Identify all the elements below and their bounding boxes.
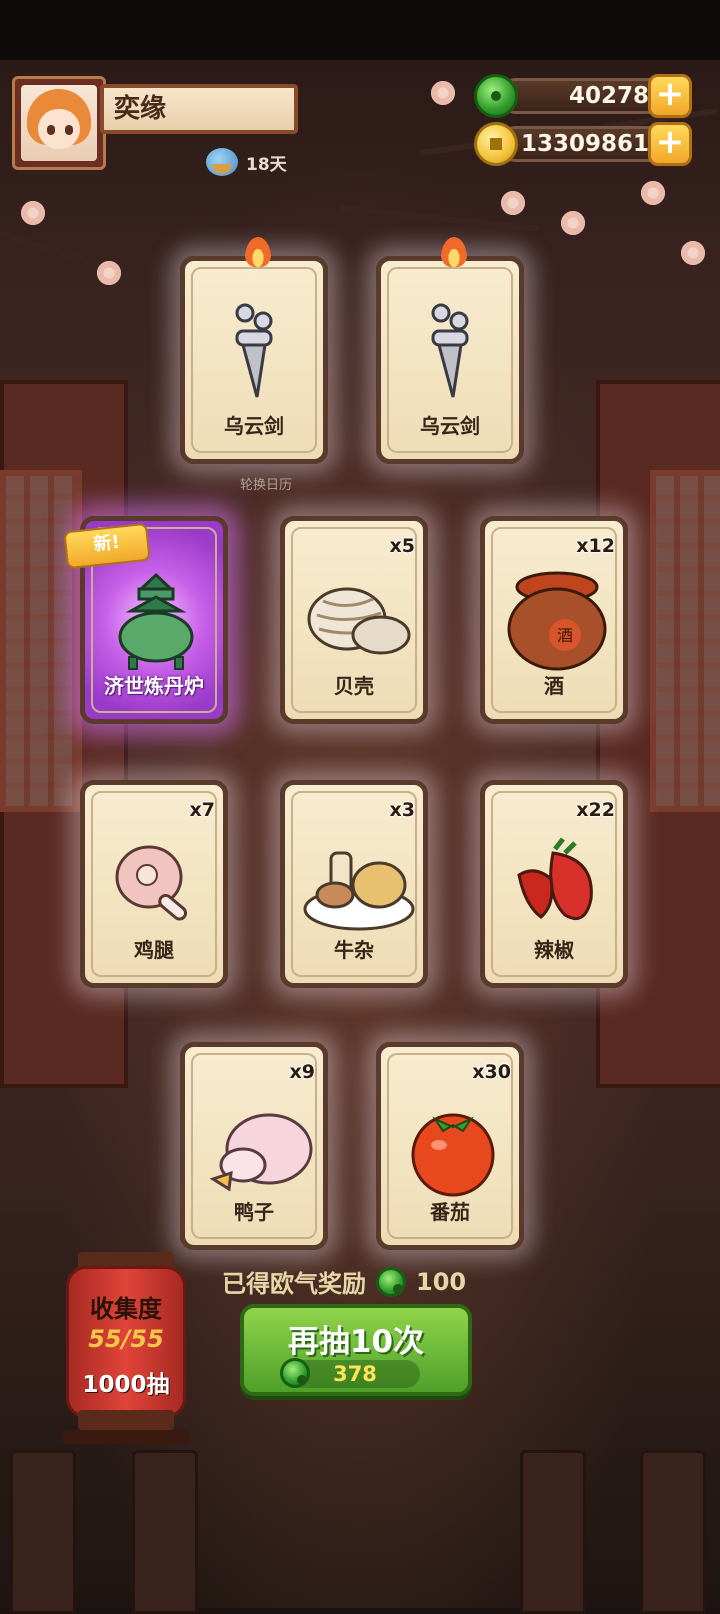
player-avatar-frame[interactable] [12,76,106,170]
card-label: 贝壳 [334,674,374,698]
card-count: x30 [472,1061,511,1083]
card-label: 乌云剑 [224,414,284,438]
draw-again-label: 再抽10次 [287,1324,425,1360]
furnace-icon [118,572,194,670]
svg-text:酒: 酒 [557,626,573,645]
card-label: 鸭子 [234,1200,274,1224]
coin-icon [474,122,518,166]
card-tomato[interactable]: x30 番茄 [376,1042,524,1250]
collection-title: 收集度 [90,1295,162,1323]
duck-icon [209,1113,313,1192]
card-count: x22 [576,799,615,821]
fence-post [10,1450,76,1614]
sword-icon [235,303,273,398]
reward-line: 已得欧气奖励 100 [222,1264,466,1299]
draw-again-button[interactable]: 再抽10次 378 [240,1304,472,1396]
new-badge: 新! [63,522,151,570]
flame-icon [441,237,467,267]
collection-progress: 55/55 [88,1325,164,1353]
coin-amount: 13309861 [498,126,668,162]
drumstick-icon [115,845,188,921]
shell-icon [307,587,411,655]
jade-icon [280,1358,310,1388]
card-shell[interactable]: x5 贝壳 [280,516,428,724]
card-sword-2[interactable]: 乌云剑 [376,237,524,464]
chili-icon [517,837,593,920]
card-furnace[interactable]: 新! 济世炼丹炉 [63,516,228,724]
card-drumstick[interactable]: x7 鸡腿 [80,780,228,988]
reward-text: 已得欧气奖励 [222,1270,366,1298]
avatar [21,85,97,161]
card-beef-offal[interactable]: x3 牛杂 [280,780,428,988]
collection-lantern[interactable]: 收集度 55/55 1000抽 [66,1266,186,1418]
fence-post [520,1450,586,1614]
card-count: x12 [576,535,615,557]
card-count: x7 [189,799,215,821]
blossom [680,240,706,266]
reward-amount: 100 [416,1267,467,1296]
blossom [560,210,586,236]
wine-jar-icon: 酒 [507,571,607,671]
blossom [430,80,456,106]
background-calendar-text: 轮换日历 [240,478,293,493]
blossom [500,190,526,216]
card-label: 酒 [544,674,564,698]
card-label: 乌云剑 [420,414,480,438]
card-count: x3 [389,799,415,821]
card-label: 辣椒 [534,938,574,962]
collection-draws: 1000抽 [82,1372,170,1398]
bowl-icon [206,148,238,176]
jade-icon [376,1266,406,1297]
sword-icon [431,303,469,398]
days-count: 18天 [246,154,287,175]
blossom [20,200,46,226]
card-duck[interactable]: x9 鸭子 [180,1042,328,1250]
card-label: 济世炼丹炉 [104,674,204,698]
jade-icon [474,74,518,118]
blossom [96,260,122,286]
card-label: 番茄 [430,1200,470,1224]
coin-currency: 13309861 + [474,122,696,166]
lantern-base [78,1410,174,1430]
tomato-icon [411,1113,495,1197]
right-window-lattice [650,470,720,812]
card-sword-1[interactable]: 乌云剑 [180,237,328,464]
blossom [640,180,666,206]
add-jade-button[interactable]: + [648,74,692,118]
card-chili[interactable]: x22 辣椒 [480,780,628,988]
card-count: x5 [389,535,415,557]
days-indicator: 18天 [206,148,287,176]
flame-icon [245,237,271,267]
add-coins-button[interactable]: + [648,122,692,166]
lantern-stand [62,1430,190,1444]
jade-currency: 40278 + [474,74,696,118]
beef-offal-icon [303,851,415,931]
jade-amount: 40278 [498,78,668,114]
card-label: 鸡腿 [134,938,174,962]
fence-post [132,1450,198,1614]
card-wine[interactable]: x12 酒 酒 [480,516,628,724]
left-window-lattice [0,470,82,812]
card-count: x9 [289,1061,315,1083]
player-name: 奕缘 [100,84,298,134]
card-label: 牛杂 [334,938,374,962]
fence-post [640,1450,706,1614]
